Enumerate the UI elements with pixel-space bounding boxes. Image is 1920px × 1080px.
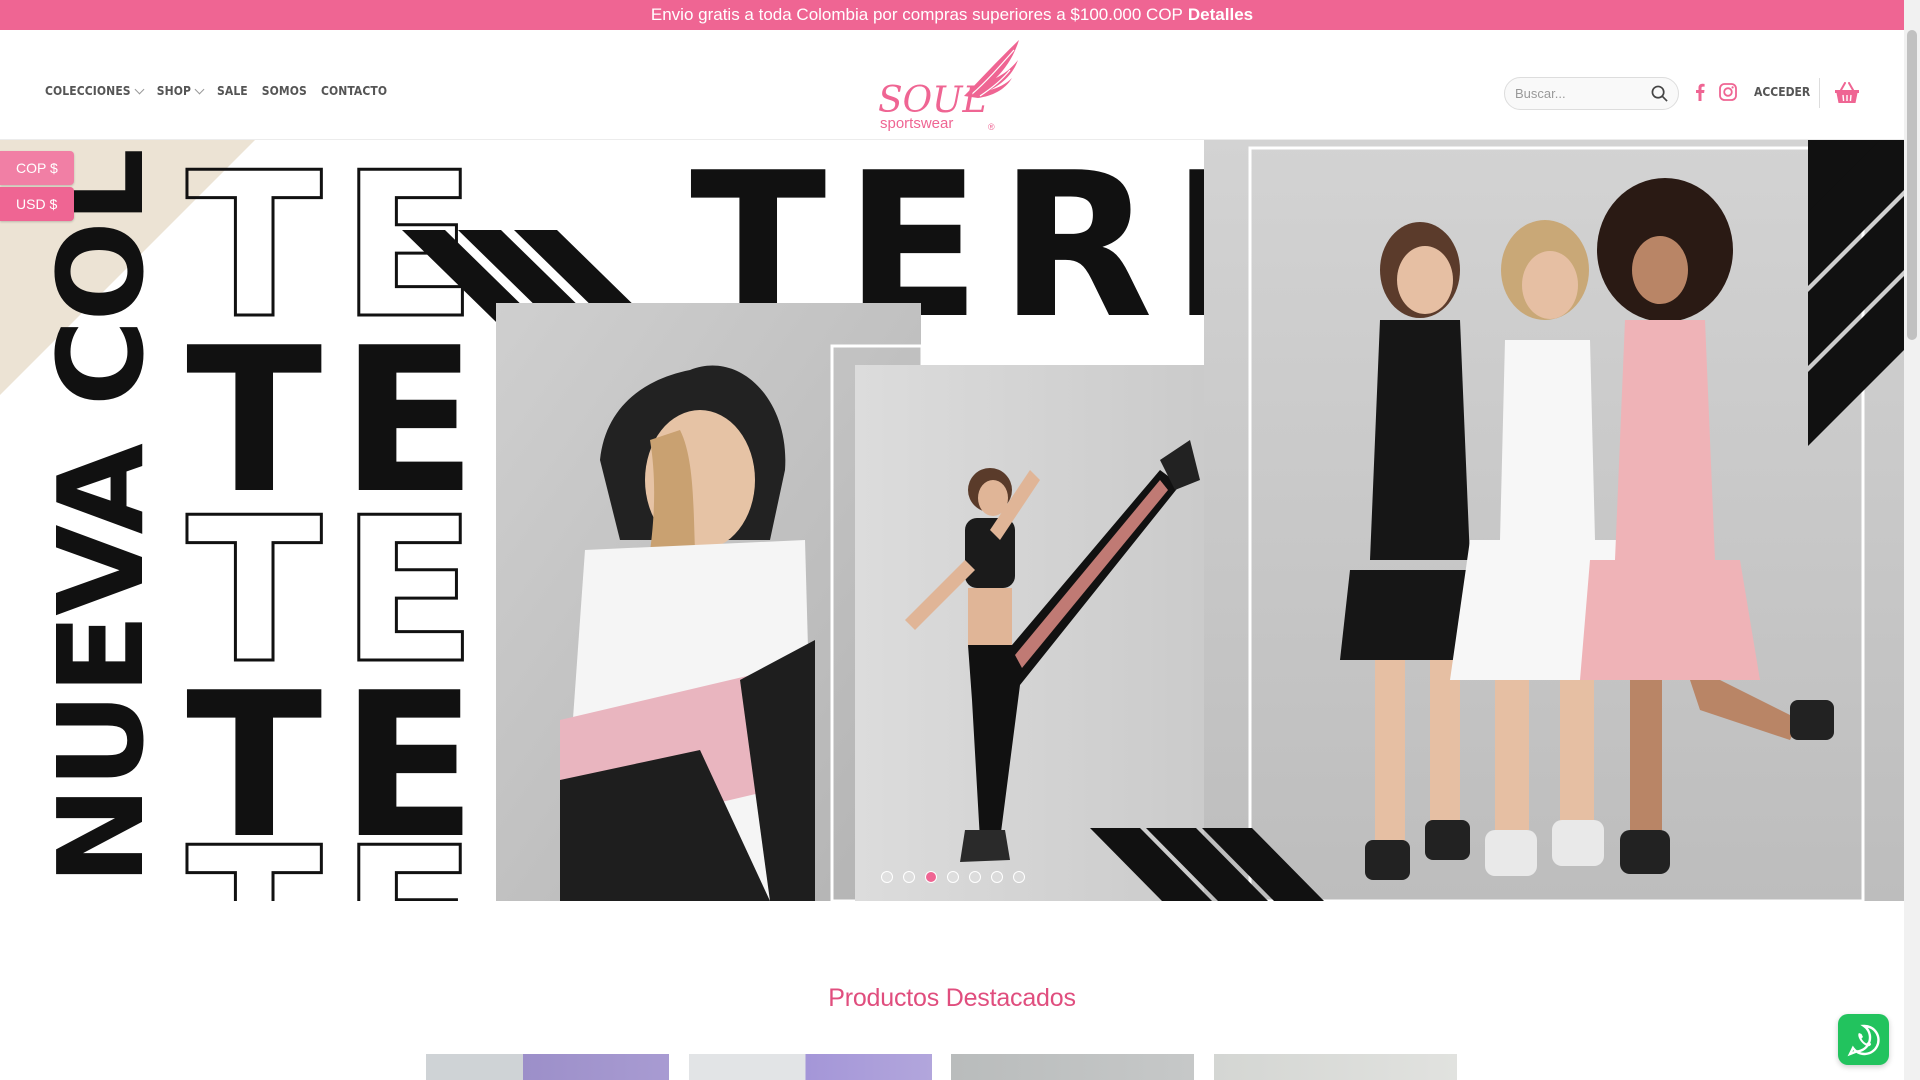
slider-dot[interactable] (947, 871, 959, 883)
facebook-link[interactable] (1693, 81, 1707, 103)
nav-item-sale[interactable]: SALE (217, 84, 248, 98)
header-divider (1819, 78, 1820, 108)
page-scrollbar-thumb[interactable] (1907, 30, 1917, 340)
featured-products-title: Productos Destacados (828, 984, 1076, 1012)
currency-cop[interactable]: COP $ (0, 151, 74, 185)
nav-item-colecciones[interactable]: COLECCIONES (45, 84, 145, 98)
whatsapp-chat-button[interactable] (1838, 1014, 1889, 1065)
nav-item-contacto[interactable]: CONTACTO (321, 84, 387, 98)
logo-registered-mark: ® (988, 122, 995, 132)
slider-dot[interactable] (903, 871, 915, 883)
announcement-text: Envio gratis a toda Colombia por compras… (650, 5, 1183, 24)
search-box (1504, 77, 1679, 110)
logo-tagline: sportswear (880, 115, 953, 132)
nav-label: SALE (216, 84, 248, 98)
main-nav: COLECCIONES SHOP SALE SOMOS CONTACTO (45, 84, 387, 98)
slider-dot-active[interactable] (925, 871, 937, 883)
product-card-image[interactable] (689, 1054, 932, 1080)
cart-button[interactable] (1834, 82, 1860, 109)
instagram-link[interactable] (1718, 81, 1738, 103)
whatsapp-icon (1847, 1024, 1880, 1056)
slider-dot[interactable] (969, 871, 981, 883)
slider-dot[interactable] (991, 871, 1003, 883)
chevron-down-icon (194, 84, 205, 94)
login-link[interactable]: ACCEDER (1754, 85, 1810, 99)
hero-banner-image: NUEVA COLECCIÓN TERRA TERRA TERRA TERRA … (0, 140, 1904, 901)
soul-sportswear-logo[interactable]: SOUL sportswear ® (876, 38, 1028, 134)
currency-usd[interactable]: USD $ (0, 187, 74, 221)
nav-item-shop[interactable]: SHOP (156, 84, 205, 98)
nav-item-somos[interactable]: SOMOS (262, 84, 307, 98)
slider-dot[interactable] (881, 871, 893, 883)
slider-pagination (881, 871, 1025, 883)
slider-dot[interactable] (1013, 871, 1025, 883)
search-icon[interactable] (1651, 85, 1668, 102)
announcement-details-link[interactable]: Detalles (1188, 5, 1253, 25)
search-input[interactable] (1515, 86, 1645, 101)
product-card-image[interactable] (426, 1054, 669, 1080)
instagram-icon (1719, 83, 1737, 101)
cart-basket-icon (1835, 82, 1859, 103)
product-card-image[interactable] (1214, 1054, 1457, 1080)
announcement-bar: Envio gratis a toda Colombia por compras… (0, 0, 1904, 30)
chevron-down-icon (134, 84, 145, 94)
nav-label: SHOP (156, 84, 191, 98)
nav-label: COLECCIONES (45, 84, 131, 98)
facebook-icon (1696, 83, 1705, 101)
site-header: COLECCIONES SHOP SALE SOMOS CONTACTO SOU… (0, 30, 1904, 140)
nav-label: SOMOS (261, 84, 307, 98)
product-card-image[interactable] (951, 1054, 1194, 1080)
hero-slider[interactable]: NUEVA COLECCIÓN TERRA TERRA TERRA TERRA … (0, 140, 1904, 901)
hero-vertical-title: NUEVA COLECCIÓN (32, 140, 170, 885)
nav-label: CONTACTO (320, 84, 388, 98)
